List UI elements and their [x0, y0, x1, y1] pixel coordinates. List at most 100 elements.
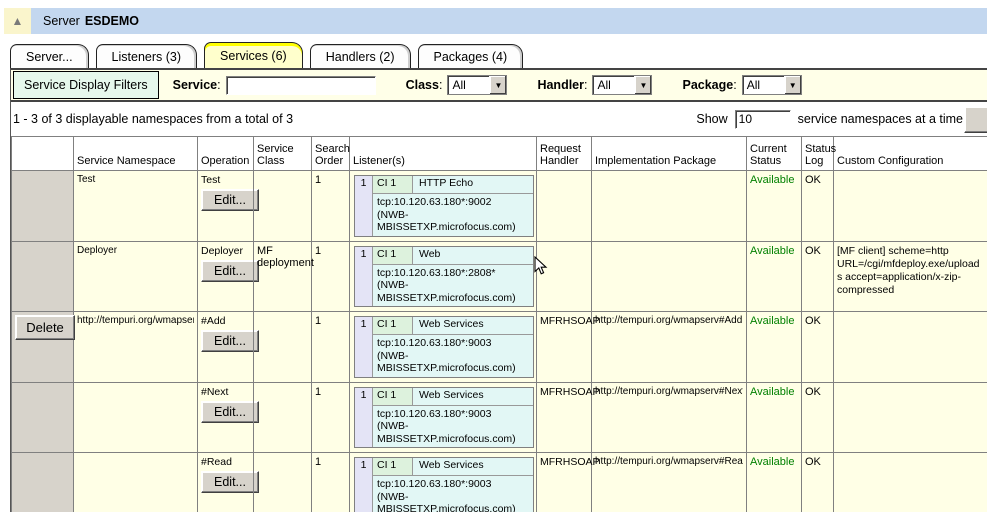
- current-status: Available: [747, 382, 802, 453]
- handler-select[interactable]: All ▼: [592, 75, 652, 95]
- show-count-input[interactable]: [735, 110, 791, 129]
- operation-name: #Add: [201, 315, 250, 327]
- triangle-up-icon: ▲: [12, 15, 24, 27]
- listener-type: Web Services: [412, 388, 533, 405]
- results-summary: 1 - 3 of 3 displayable namespaces from a…: [13, 112, 293, 126]
- current-status: Available: [747, 453, 802, 512]
- filter-bar: Service Display Filters Service: Class: …: [11, 70, 987, 102]
- status-log: OK: [802, 171, 834, 242]
- listener-box: 1 CI 1 Web Services tcp:10.120.63.180*:9…: [354, 457, 534, 512]
- listener-host: (NWB-MBISSETXP.microfocus.com): [377, 209, 533, 234]
- implementation-package: http://tempuri.org/wmapserv#Read: [595, 456, 743, 467]
- tab-packages[interactable]: Packages (4): [418, 44, 524, 69]
- listener-box: 1 CI 1 Web tcp:10.120.63.180*:2808* (NWB…: [354, 246, 534, 308]
- tab-listeners[interactable]: Listeners (3): [96, 44, 197, 69]
- column-header: Current Status: [747, 137, 802, 171]
- listener-type: HTTP Echo: [412, 176, 533, 193]
- search-order: 1: [312, 241, 350, 312]
- chevron-down-icon[interactable]: ▼: [634, 76, 651, 94]
- column-header: Status Log: [802, 137, 834, 171]
- listener-address: tcp:10.120.63.180*:9002: [377, 196, 533, 209]
- collapse-button[interactable]: ▲: [4, 8, 31, 34]
- class-select[interactable]: All ▼: [447, 75, 507, 95]
- tab-server[interactable]: Server...: [10, 44, 89, 69]
- column-header: Operation: [198, 137, 254, 171]
- implementation-package: http://tempuri.org/wmapserv#Add: [595, 315, 743, 326]
- current-status: Available: [747, 171, 802, 242]
- server-name: ESDEMO: [85, 14, 139, 28]
- listener-address: tcp:10.120.63.180*:9003: [377, 478, 533, 491]
- status-log: OK: [802, 312, 834, 383]
- operation-name: Test: [201, 174, 250, 186]
- partial-button-right[interactable]: [964, 106, 987, 133]
- service-class: [254, 382, 312, 453]
- show-suffix: service namespaces at a time: [798, 112, 963, 126]
- listener-number: 1: [355, 317, 372, 377]
- show-label: Show: [696, 112, 727, 126]
- server-title: Server ESDEMO: [31, 8, 987, 34]
- listener-conversation: CI 1: [372, 317, 412, 334]
- status-log: OK: [802, 241, 834, 312]
- edit-button[interactable]: Edit...: [201, 260, 259, 282]
- results-bar: 1 - 3 of 3 displayable namespaces from a…: [11, 102, 987, 136]
- request-handler: MFRHSOAP: [537, 453, 592, 512]
- listener-address: tcp:10.120.63.180*:9003: [377, 337, 533, 350]
- service-namespace: Test: [77, 174, 194, 185]
- listener-host: (NWB-MBISSETXP.microfocus.com): [377, 491, 533, 512]
- chevron-down-icon[interactable]: ▼: [489, 76, 506, 94]
- edit-button[interactable]: Edit...: [201, 471, 259, 493]
- listener-box: 1 CI 1 Web Services tcp:10.120.63.180*:9…: [354, 316, 534, 378]
- listener-number: 1: [355, 388, 372, 448]
- listener-address: tcp:10.120.63.180*:2808*: [377, 267, 533, 280]
- listener-number: 1: [355, 458, 372, 512]
- listener-address: tcp:10.120.63.180*:9003: [377, 408, 533, 421]
- service-class: [254, 453, 312, 512]
- column-header: Implementation Package: [592, 137, 747, 171]
- service-filter-input[interactable]: [226, 76, 376, 95]
- service-row: Delete http://tempuri.org/wmapserv #Add …: [12, 312, 987, 383]
- edit-button[interactable]: Edit...: [201, 189, 259, 211]
- column-header: Service Namespace: [74, 137, 198, 171]
- request-handler: MFRHSOAP: [537, 382, 592, 453]
- tab-services[interactable]: Services (6): [204, 42, 303, 69]
- listener-conversation: CI 1: [372, 247, 412, 264]
- chevron-down-icon[interactable]: ▼: [784, 76, 801, 94]
- search-order: 1: [312, 382, 350, 453]
- server-title-label: Server: [43, 14, 80, 28]
- service-row: Deployer Deployer Edit... MF deployment …: [12, 241, 987, 312]
- server-title-bar: ▲ Server ESDEMO: [4, 8, 987, 34]
- handler-filter-label: Handler:: [537, 78, 587, 92]
- service-class: [254, 171, 312, 242]
- tab-handlers[interactable]: Handlers (2): [310, 44, 411, 69]
- implementation-package: http://tempuri.org/wmapserv#Next: [595, 386, 743, 397]
- listener-conversation: CI 1: [372, 458, 412, 475]
- package-filter-label: Package:: [682, 78, 736, 92]
- search-order: 1: [312, 453, 350, 512]
- column-header: Custom Configuration: [834, 137, 987, 171]
- service-row: Test Test Edit... 1 1 CI 1 HTTP Echo tcp…: [12, 171, 987, 242]
- listener-number: 1: [355, 176, 372, 236]
- operation-name: Deployer: [201, 245, 250, 257]
- tab-bar: Server... Listeners (3) Services (6) Han…: [10, 42, 523, 69]
- request-handler: [537, 171, 592, 242]
- listener-box: 1 CI 1 Web Services tcp:10.120.63.180*:9…: [354, 387, 534, 449]
- edit-button[interactable]: Edit...: [201, 330, 259, 352]
- edit-button[interactable]: Edit...: [201, 401, 259, 423]
- filter-title: Service Display Filters: [13, 71, 159, 99]
- listener-type: Web Services: [412, 458, 533, 475]
- column-header: Listener(s): [350, 137, 537, 171]
- listener-host: (NWB-MBISSETXP.microfocus.com): [377, 420, 533, 445]
- listener-conversation: CI 1: [372, 388, 412, 405]
- request-handler: MFRHSOAP: [537, 312, 592, 383]
- service-namespace: Deployer: [77, 245, 194, 256]
- column-header: Service Class: [254, 137, 312, 171]
- column-header: [12, 137, 74, 171]
- delete-button[interactable]: Delete: [15, 315, 75, 340]
- services-pane: Service Display Filters Service: Class: …: [10, 68, 987, 512]
- services-table: Service Namespace Operation Service Clas…: [11, 136, 987, 512]
- listener-host: (NWB-MBISSETXP.microfocus.com): [377, 350, 533, 375]
- custom-configuration: [MF client] scheme=http URL=/cgi/mfdeplo…: [837, 245, 984, 297]
- package-select[interactable]: All ▼: [742, 75, 802, 95]
- search-order: 1: [312, 312, 350, 383]
- operation-name: #Read: [201, 456, 250, 468]
